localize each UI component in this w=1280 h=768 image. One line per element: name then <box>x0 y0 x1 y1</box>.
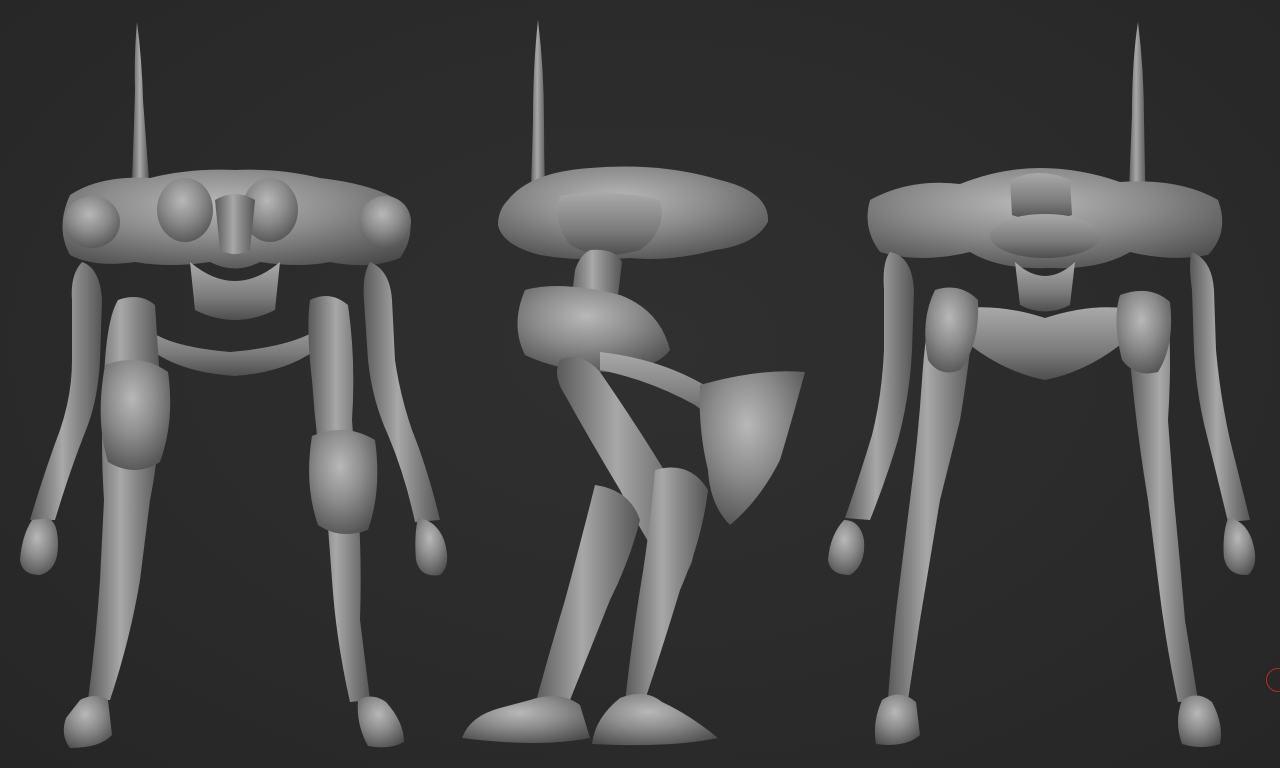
front-leg-side <box>535 485 640 708</box>
front-foot-side <box>462 696 590 743</box>
right-knee-armor-front <box>309 429 378 534</box>
mech-model-back <box>828 22 1256 747</box>
left-foot-back <box>874 694 920 745</box>
jaw-front <box>190 262 280 320</box>
left-foot-front <box>63 696 112 748</box>
right-arm-back <box>1190 252 1250 522</box>
right-knee-back <box>1116 290 1172 374</box>
back-view <box>820 0 1280 768</box>
right-hand-back <box>1223 518 1256 576</box>
rear-armor-side <box>699 371 805 525</box>
left-knee-armor-front <box>100 359 171 470</box>
mech-model-front <box>20 22 448 748</box>
rear-foot-side <box>592 693 718 746</box>
torso-side <box>517 286 670 372</box>
neck-back <box>1015 262 1075 312</box>
left-arm-front <box>30 262 102 520</box>
sculpt-viewport[interactable] <box>0 0 1280 768</box>
pelvis-front <box>138 318 332 376</box>
left-hand-back <box>828 520 865 575</box>
right-foot-back <box>1178 695 1221 747</box>
front-view <box>0 0 460 768</box>
left-arm-back <box>845 252 914 520</box>
left-hand-front <box>20 518 58 575</box>
left-knee-back <box>925 287 979 373</box>
side-view <box>440 0 840 768</box>
mech-model-side <box>462 20 805 746</box>
antenna-front <box>132 22 149 180</box>
right-foot-front <box>357 696 404 748</box>
